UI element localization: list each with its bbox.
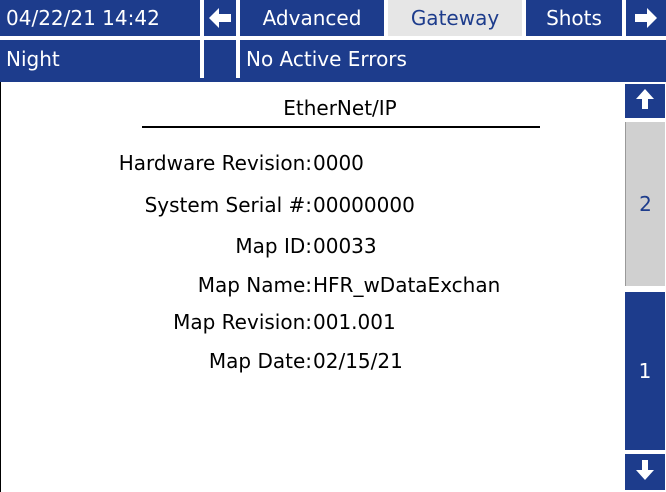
tab-advanced[interactable]: Advanced — [240, 0, 384, 36]
tab-shots[interactable]: Shots — [526, 0, 622, 36]
field-value: 00000000 — [313, 193, 415, 217]
datetime: 04/22/21 14:42 — [0, 0, 200, 36]
screen: 04/22/21 14:42 Advanced Gateway Shots Ni… — [0, 0, 666, 492]
page-2-label: 2 — [639, 192, 652, 216]
page-scroller: 2 1 — [623, 82, 666, 492]
field-value: 0000 — [313, 151, 364, 175]
up-arrow-icon — [636, 88, 654, 114]
page-2-button[interactable]: 2 — [625, 122, 665, 286]
tab-gateway[interactable]: Gateway — [388, 0, 522, 36]
mode-indicator: Night — [0, 40, 200, 78]
field-value: 02/15/21 — [313, 349, 403, 373]
field-row-map-revision: Map Revision: 001.001 — [1, 305, 624, 339]
field-row-map-id: Map ID: 00033 — [1, 229, 624, 263]
field-label: Hardware Revision: — [118, 151, 312, 175]
down-arrow-icon — [636, 459, 654, 485]
error-status: No Active Errors — [240, 40, 666, 78]
field-row-system-serial: System Serial #: 00000000 — [1, 188, 624, 222]
gateway-info-panel: EtherNet/IP Hardware Revision: 0000 Syst… — [0, 82, 624, 492]
page-title: EtherNet/IP — [283, 96, 397, 120]
field-label: Map ID: — [235, 234, 312, 258]
field-label: Map Revision: — [173, 310, 312, 334]
field-label: Map Date: — [208, 349, 312, 373]
field-row-map-name: Map Name: HFR_wDataExchan — [1, 268, 624, 302]
field-value: 001.001 — [313, 310, 396, 334]
page-1-button[interactable]: 1 — [625, 292, 665, 450]
next-screen-button[interactable] — [626, 0, 666, 36]
field-label: Map Name: — [197, 273, 312, 297]
status-icon-slot — [204, 40, 236, 78]
page-1-label: 1 — [638, 359, 652, 383]
field-value: HFR_wDataExchan — [313, 273, 501, 297]
page-up-button[interactable] — [625, 84, 665, 118]
field-row-map-date: Map Date: 02/15/21 — [1, 344, 624, 378]
page-down-button[interactable] — [625, 454, 665, 490]
field-value: 00033 — [313, 234, 377, 258]
prev-screen-button[interactable] — [204, 0, 236, 36]
field-row-hardware-revision: Hardware Revision: 0000 — [1, 146, 624, 180]
field-label: System Serial #: — [144, 193, 312, 217]
title-underline — [142, 126, 540, 128]
